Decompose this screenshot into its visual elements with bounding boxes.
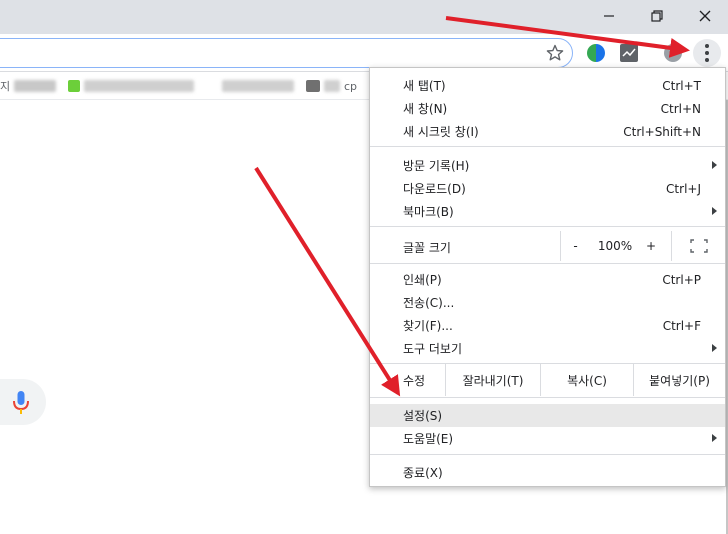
zoom-in-button[interactable]: +: [640, 231, 662, 261]
paste-label: 붙여넣기(P): [649, 373, 710, 388]
menu-separator: [370, 263, 725, 264]
menu-item-exit[interactable]: 종료(X): [370, 461, 725, 484]
address-bar[interactable]: [0, 38, 573, 68]
paste-button[interactable]: 붙여넣기(P): [633, 364, 725, 396]
zoom-row: 글꼴 크기 - 100% +: [370, 231, 725, 261]
menu-separator: [370, 454, 725, 455]
zoom-level: 100%: [590, 231, 640, 261]
submenu-arrow-icon: [712, 207, 717, 215]
zoom-label: 글꼴 크기: [403, 241, 451, 255]
zoom-out-label: -: [573, 239, 578, 253]
zoom-value: 100%: [597, 239, 633, 253]
menu-item-label: 방문 기록(H): [403, 159, 470, 173]
menu-separator: [370, 397, 725, 398]
submenu-arrow-icon: [712, 344, 717, 352]
edge-extension-icon[interactable]: [587, 44, 605, 62]
menu-item-label: 도움말(E): [403, 432, 454, 446]
title-bar: [0, 0, 728, 34]
menu-item-cast[interactable]: 전송(C)...: [370, 291, 725, 314]
menu-item-label: 찾기(F)...: [403, 319, 453, 333]
menu-item-shortcut: Ctrl+J: [666, 181, 701, 196]
menu-item-new-tab[interactable]: 새 탭(T) Ctrl+T: [370, 74, 725, 97]
restore-button[interactable]: [634, 0, 680, 32]
menu-item-label: 새 탭(T): [403, 79, 446, 93]
cut-label: 잘라내기(T): [462, 373, 524, 388]
close-icon: [699, 10, 711, 22]
menu-item-bookmarks[interactable]: 북마크(B): [370, 200, 725, 223]
cut-button[interactable]: 잘라내기(T): [445, 364, 540, 396]
restore-icon: [651, 10, 663, 22]
menu-item-label: 전송(C)...: [403, 296, 455, 310]
menu-item-shortcut: Ctrl+P: [662, 272, 701, 287]
chart-extension-icon[interactable]: [620, 44, 638, 62]
edit-label: 수정: [370, 364, 445, 396]
menu-item-new-window[interactable]: 새 창(N) Ctrl+N: [370, 97, 725, 120]
menu-item-help[interactable]: 도움말(E): [370, 427, 725, 450]
copy-button[interactable]: 복사(C): [540, 364, 633, 396]
bookmark-label: cp: [344, 79, 358, 93]
chrome-menu: 새 탭(T) Ctrl+T 새 창(N) Ctrl+N 새 시크릿 창(I) C…: [369, 67, 726, 487]
menu-item-label: 인쇄(P): [403, 273, 442, 287]
favicon: [306, 80, 320, 92]
menu-item-shortcut: Ctrl+T: [662, 78, 701, 93]
menu-item-label: 종료(X): [403, 466, 443, 480]
bookmark-item[interactable]: [68, 79, 194, 93]
menu-item-shortcut: Ctrl+N: [660, 101, 701, 116]
bookmark-item[interactable]: 지: [0, 79, 57, 93]
menu-item-label: 다운로드(D): [403, 182, 466, 196]
star-icon[interactable]: [545, 43, 565, 63]
menu-item-incognito[interactable]: 새 시크릿 창(I) Ctrl+Shift+N: [370, 120, 725, 143]
bookmark-label: 지: [0, 80, 11, 93]
menu-item-find[interactable]: 찾기(F)... Ctrl+F: [370, 314, 725, 337]
minimize-icon: [604, 15, 614, 17]
menu-item-label: 북마크(B): [403, 205, 454, 219]
menu-item-label: 새 창(N): [403, 102, 448, 116]
menu-item-settings[interactable]: 설정(S): [370, 404, 725, 427]
submenu-arrow-icon: [712, 161, 717, 169]
menu-item-shortcut: Ctrl+Shift+N: [623, 124, 701, 139]
more-vert-icon[interactable]: [693, 39, 721, 67]
menu-item-label: 설정(S): [403, 409, 443, 423]
menu-item-downloads[interactable]: 다운로드(D) Ctrl+J: [370, 177, 725, 200]
menu-separator: [370, 226, 725, 227]
submenu-arrow-icon: [712, 434, 717, 442]
avatar-icon[interactable]: [664, 44, 682, 62]
zoom-in-label: +: [645, 239, 657, 253]
bookmark-item[interactable]: [222, 79, 294, 93]
edit-label-text: 수정: [403, 373, 426, 388]
bookmark-item[interactable]: cp: [306, 79, 357, 93]
favicon: [68, 80, 80, 92]
copy-label: 복사(C): [567, 373, 607, 388]
menu-item-more-tools[interactable]: 도구 더보기: [370, 337, 725, 360]
close-window-button[interactable]: [682, 0, 728, 32]
menu-separator: [370, 146, 725, 147]
fullscreen-icon: [689, 239, 708, 253]
menu-item-shortcut: Ctrl+F: [662, 318, 701, 333]
menu-item-label: 새 시크릿 창(I): [403, 125, 479, 139]
menu-item-print[interactable]: 인쇄(P) Ctrl+P: [370, 268, 725, 291]
fullscreen-button[interactable]: [671, 231, 725, 261]
minimize-button[interactable]: [586, 0, 632, 32]
menu-item-label: 도구 더보기: [403, 342, 463, 356]
menu-item-history[interactable]: 방문 기록(H): [370, 154, 725, 177]
zoom-out-button[interactable]: -: [560, 231, 590, 261]
mic-icon[interactable]: [12, 390, 30, 416]
edit-row: 수정 잘라내기(T) 복사(C) 붙여넣기(P): [370, 364, 725, 396]
